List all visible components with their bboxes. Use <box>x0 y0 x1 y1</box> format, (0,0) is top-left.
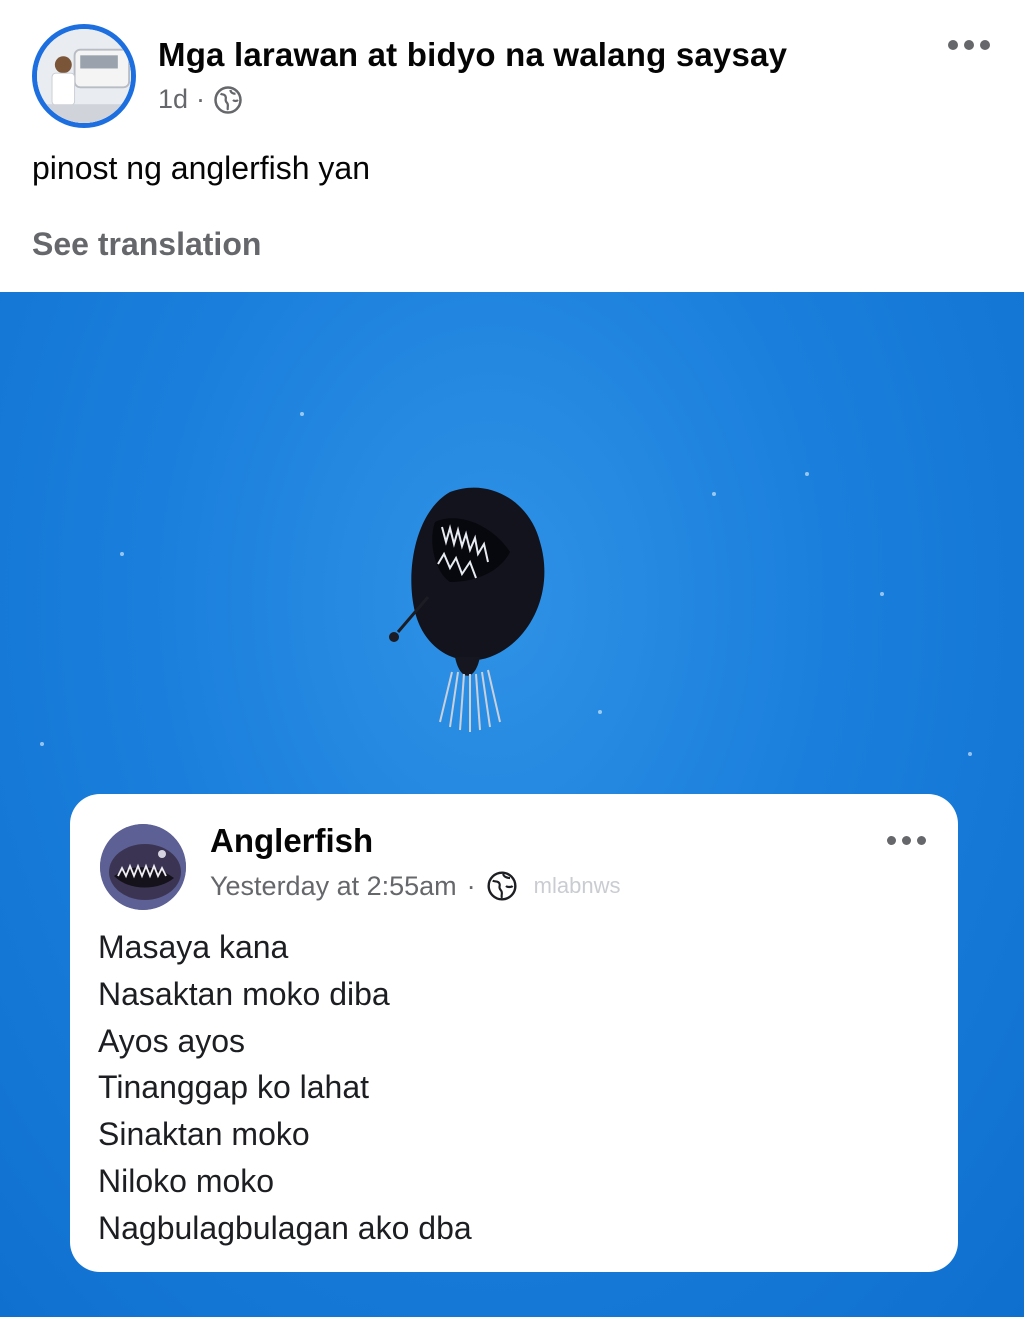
post-line: Niloko moko <box>98 1162 275 1199</box>
globe-icon[interactable] <box>213 85 243 115</box>
dot <box>964 40 974 50</box>
watermark-text: mlabnws <box>533 873 621 898</box>
post-time[interactable]: 1d <box>158 84 188 115</box>
anglerfish-image <box>389 487 545 732</box>
particle <box>880 592 884 596</box>
particle <box>40 742 44 746</box>
particle <box>300 412 304 416</box>
dot <box>887 836 896 845</box>
meta-separator: · <box>196 84 206 114</box>
embedded-post-author[interactable]: Anglerfish <box>210 822 373 860</box>
post-photo[interactable]: Anglerfish Yesterday at 2:55am · mlabnws… <box>0 292 1024 1317</box>
particle <box>598 710 602 714</box>
post-line: Tinanggap ko lahat <box>98 1069 370 1106</box>
particle <box>712 492 716 496</box>
post-line: Sinaktan moko <box>98 1116 310 1153</box>
more-options-icon[interactable] <box>887 836 926 845</box>
post-header: Mga larawan at bidyo na walang saysay 1d… <box>0 0 1024 292</box>
meta-separator: · <box>466 870 476 901</box>
dot <box>980 40 990 50</box>
post-line: Ayos ayos <box>98 1022 246 1059</box>
particle <box>968 752 972 756</box>
post-meta: 1d · <box>158 84 243 115</box>
embedded-post-time[interactable]: Yesterday at 2:55am <box>210 871 457 902</box>
page-name[interactable]: Mga larawan at bidyo na walang saysay <box>158 36 787 74</box>
embedded-post-meta: Yesterday at 2:55am · mlabnws <box>210 870 620 902</box>
dot <box>917 836 926 845</box>
page-avatar[interactable] <box>32 24 136 128</box>
globe-icon[interactable] <box>486 870 518 902</box>
post-line: Nasaktan moko diba <box>98 975 390 1012</box>
embedded-post-card[interactable]: Anglerfish Yesterday at 2:55am · mlabnws… <box>70 794 958 1272</box>
post-line: Masaya kana <box>98 929 289 965</box>
see-translation-link[interactable]: See translation <box>32 226 261 263</box>
anglerfish-avatar[interactable] <box>100 824 186 910</box>
embedded-post-body: Masaya kana Nasaktan moko diba Ayos ayos… <box>98 924 472 1252</box>
post-caption: pinost ng anglerfish yan <box>32 150 370 186</box>
post-line: Nagbulagbulagan ako dba <box>98 1209 472 1246</box>
particle <box>805 472 809 476</box>
more-options-icon[interactable] <box>948 40 990 50</box>
dot <box>902 836 911 845</box>
dot <box>948 40 958 50</box>
particle <box>120 552 124 556</box>
